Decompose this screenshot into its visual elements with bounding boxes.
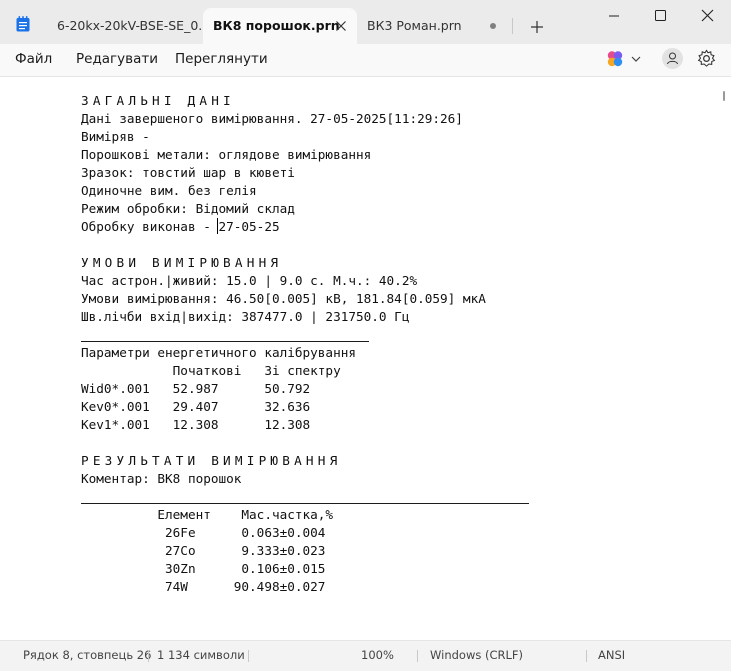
menu-file[interactable]: Файл — [15, 44, 52, 74]
doc-line-17: Wid0*.001 52.987 50.792 — [81, 381, 311, 396]
doc-line-22: Коментар: ВК8 порошок — [81, 471, 242, 486]
doc-line-3: Виміряв - — [81, 129, 150, 144]
minimize-icon[interactable] — [591, 4, 637, 28]
scrollbar-thumb[interactable] — [723, 91, 725, 101]
doc-line-2: Дані завершеного вимірювання. 27-05-2025… — [81, 111, 463, 126]
doc-line-12: Умови вимірювання: 46.50[0.005] кВ, 181.… — [81, 291, 486, 306]
tab-label: ВК3 Роман.prn — [367, 18, 462, 33]
maximize-icon[interactable] — [637, 4, 683, 28]
status-encoding[interactable]: ANSI — [598, 641, 625, 669]
status-separator — [417, 650, 418, 662]
menu-edit[interactable]: Редагувати — [76, 44, 158, 74]
status-separator — [148, 650, 149, 662]
close-icon[interactable] — [333, 18, 349, 34]
doc-line-7: Режим обробки: Відомий склад — [81, 201, 295, 216]
divider-line — [81, 341, 369, 342]
tab-label: 6-20kx-20kV-BSE-SE_0.38- — [57, 18, 203, 33]
text-caret — [217, 218, 218, 234]
doc-line-25: 26Fe 0.063±0.004 — [81, 525, 326, 540]
status-cursor-position: Рядок 8, стовпець 26 — [23, 648, 152, 662]
tab-document-2-active[interactable]: ВК8 порошок.prn — [203, 8, 357, 44]
doc-line-10: УМОВИ ВИМІРЮВАННЯ — [81, 255, 283, 270]
doc-line-8: Обробку виконав - 27-05-25 — [81, 219, 280, 234]
doc-line-11: Час астрон.|живий: 15.0 | 9.0 с. М.ч.: 4… — [81, 273, 418, 288]
tab-label: ВК8 порошок.prn — [213, 18, 340, 33]
divider-line — [81, 503, 529, 504]
doc-line-21: РЕЗУЛЬТАТИ ВИМІРЮВАННЯ — [81, 453, 342, 468]
title-bar: 6-20kx-20kV-BSE-SE_0.38- ВК8 порошок.prn… — [0, 0, 731, 44]
status-separator — [248, 650, 249, 662]
notepad-icon — [16, 16, 30, 32]
copilot-icon[interactable] — [606, 50, 644, 68]
doc-line-5: Зразок: товстий шар в кюветі — [81, 165, 295, 180]
status-char-count: 1 134 символи — [157, 648, 245, 662]
unsaved-dot-icon[interactable] — [490, 23, 496, 29]
close-icon[interactable] — [684, 4, 730, 28]
doc-line-18: Kev0*.001 29.407 32.636 — [81, 399, 311, 414]
account-glyph — [667, 52, 678, 65]
gear-icon[interactable] — [697, 49, 716, 68]
doc-line-19: Kev1*.001 12.308 12.308 — [81, 417, 311, 432]
tab-document-3[interactable]: ВК3 Роман.prn — [357, 8, 512, 44]
status-zoom[interactable]: 100% — [361, 641, 394, 669]
text-editor[interactable]: ЗАГАЛЬНІ ДАНІ Дані завершеного вимірюван… — [0, 77, 731, 640]
doc-line-4: Порошкові метали: оглядове вимірювання — [81, 147, 372, 162]
doc-line-27: 30Zn 0.106±0.015 — [81, 561, 326, 576]
doc-line-1: ЗАГАЛЬНІ ДАНІ — [81, 93, 235, 108]
status-separator — [586, 650, 587, 662]
account-icon[interactable] — [662, 48, 683, 69]
doc-line-26: 27Co 9.333±0.023 — [81, 543, 326, 558]
status-bar: Рядок 8, стовпець 26 1 134 символи 100% … — [0, 640, 731, 671]
doc-line-6: Одиночне вим. без гелія — [81, 183, 257, 198]
status-line-ending[interactable]: Windows (CRLF) — [430, 641, 523, 669]
tab-separator — [512, 18, 513, 34]
doc-line-13: Шв.лічби вхід|вихід: 387477.0 | 231750.0… — [81, 309, 410, 324]
doc-line-15: Параметри енергетичного калібрування — [81, 345, 356, 360]
tab-document-1[interactable]: 6-20kx-20kV-BSE-SE_0.38- — [47, 8, 203, 44]
menu-view[interactable]: Переглянути — [175, 44, 268, 74]
plus-icon[interactable] — [524, 14, 550, 40]
doc-line-28: 74W 90.498±0.027 — [81, 579, 326, 594]
doc-line-16: Початкові Зі спектру — [81, 363, 341, 378]
notepad-window: 6-20kx-20kV-BSE-SE_0.38- ВК8 порошок.prn… — [0, 0, 731, 671]
doc-line-24: Елемент Мас.частка,% — [81, 507, 334, 522]
